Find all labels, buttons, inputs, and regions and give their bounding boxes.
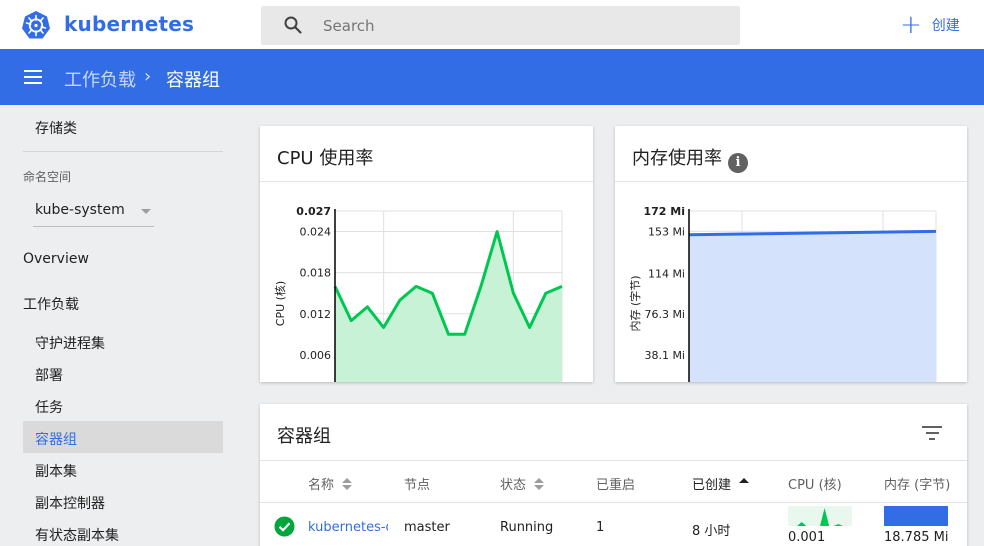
column-header-created[interactable]: 已创建	[692, 474, 750, 493]
chevron-right-icon: ›	[144, 66, 152, 87]
namespace-value: kube-system	[35, 202, 125, 218]
sort-icon	[342, 477, 353, 491]
y-tick-label: 0.006	[300, 349, 332, 362]
sidebar-item-overview[interactable]: Overview	[23, 251, 89, 267]
info-icon[interactable]: i	[728, 153, 748, 173]
y-axis-label: 内存 (字节)	[628, 275, 642, 331]
y-tick-label: 0.018	[300, 267, 332, 280]
filter-icon[interactable]	[922, 426, 942, 440]
sidebar: 存储类 命名空间 kube-system Overview 工作负载 守护进程集…	[0, 105, 240, 546]
y-tick-label: 0.024	[300, 226, 332, 239]
column-header-name[interactable]: 名称	[308, 474, 353, 493]
create-label: 创建	[931, 18, 960, 34]
kubernetes-logo-icon[interactable]	[21, 10, 51, 40]
memory-usage-chart: 038.1 Mi76.3 Mi114 Mi153 Mi172 Mi20:0520…	[628, 205, 937, 382]
pod-cpu-value: 0.001	[788, 530, 826, 545]
sidebar-item-storage-classes[interactable]: 存储类	[35, 118, 77, 138]
y-tick-label: 114 Mi	[648, 267, 685, 280]
node-link[interactable]: master	[404, 520, 450, 535]
pods-card-title: 容器组	[277, 426, 331, 447]
memory-sparkline	[884, 506, 948, 526]
y-tick-label: 153 Mi	[648, 225, 685, 238]
namespace-select[interactable]: kube-system	[33, 197, 154, 227]
pods-card: 容器组 名称 节点 状态 已重启 已创建 CPU (核) 内存 (字节) kub…	[260, 404, 967, 546]
y-axis-label: CPU (核)	[273, 281, 287, 326]
sidebar-item-workloads[interactable]: 工作负载	[23, 294, 79, 314]
y-tick-label: 76.3 Mi	[644, 308, 685, 321]
cpu-usage-card: CPU 使用率 00.0060.0120.0180.0240.02720:052…	[260, 126, 593, 382]
divider	[260, 502, 967, 503]
pod-name-link[interactable]: kubernetes-d	[308, 520, 388, 535]
menu-icon[interactable]	[24, 70, 42, 84]
column-header-memory: 内存 (字节)	[884, 478, 951, 493]
dropdown-arrow-icon	[141, 209, 151, 214]
cpu-usage-chart: 00.0060.0120.0180.0240.02720:0520:0820:1…	[273, 205, 563, 382]
pod-age: 8 小时	[692, 524, 731, 539]
column-header-node: 节点	[404, 478, 431, 493]
breadcrumb-workloads[interactable]: 工作负载	[64, 66, 136, 92]
divider	[23, 151, 223, 152]
sort-ascending-icon	[739, 477, 750, 491]
memory-card-title-text: 内存使用率	[632, 148, 722, 169]
sidebar-item-daemon-sets[interactable]: 守护进程集	[35, 333, 105, 353]
sparkline-background	[788, 506, 852, 526]
cpu-card-title: CPU 使用率	[277, 148, 374, 169]
column-header-cpu: CPU (核)	[788, 478, 842, 493]
y-tick-label: 38.1 Mi	[644, 349, 685, 362]
memory-card-title: 内存使用率 i	[632, 144, 748, 173]
plus-icon: +	[900, 9, 922, 40]
page-title: 容器组	[166, 70, 220, 91]
search-icon	[284, 16, 302, 34]
search-bar[interactable]	[261, 6, 740, 45]
pod-restarts: 1	[596, 520, 605, 535]
page-header: 工作负载 › 容器组	[0, 49, 984, 105]
column-header-restarts: 已重启	[596, 478, 636, 493]
search-input[interactable]	[323, 6, 723, 45]
cpu-sparkline	[788, 506, 852, 526]
check-circle-icon	[274, 516, 295, 537]
sidebar-item-replication-controllers[interactable]: 副本控制器	[35, 493, 105, 513]
sort-icon	[534, 477, 545, 491]
sidebar-item-jobs[interactable]: 任务	[35, 397, 63, 417]
divider	[260, 460, 967, 461]
pod-status: Running	[500, 520, 554, 535]
memory-usage-card: 内存使用率i 038.1 Mi76.3 Mi114 Mi153 Mi172 Mi…	[615, 126, 967, 382]
namespace-label: 命名空间	[23, 170, 72, 184]
top-bar: kubernetes + 创建	[0, 0, 984, 49]
brand-name[interactable]: kubernetes	[64, 12, 194, 36]
y-tick-label: 172 Mi	[643, 205, 685, 218]
series-area	[689, 231, 936, 382]
sidebar-item-stateful-sets[interactable]: 有状态副本集	[35, 525, 119, 545]
sidebar-item-replica-sets[interactable]: 副本集	[35, 461, 77, 481]
pod-memory-value: 18.785 Mi	[884, 530, 949, 545]
y-tick-label: 0.027	[296, 205, 331, 218]
y-tick-label: 0.012	[300, 308, 332, 321]
sidebar-item-deployments[interactable]: 部署	[35, 365, 63, 385]
create-button[interactable]: + 创建	[900, 9, 960, 40]
column-header-status[interactable]: 状态	[500, 474, 545, 493]
sidebar-item-pods[interactable]: 容器组	[35, 429, 77, 449]
